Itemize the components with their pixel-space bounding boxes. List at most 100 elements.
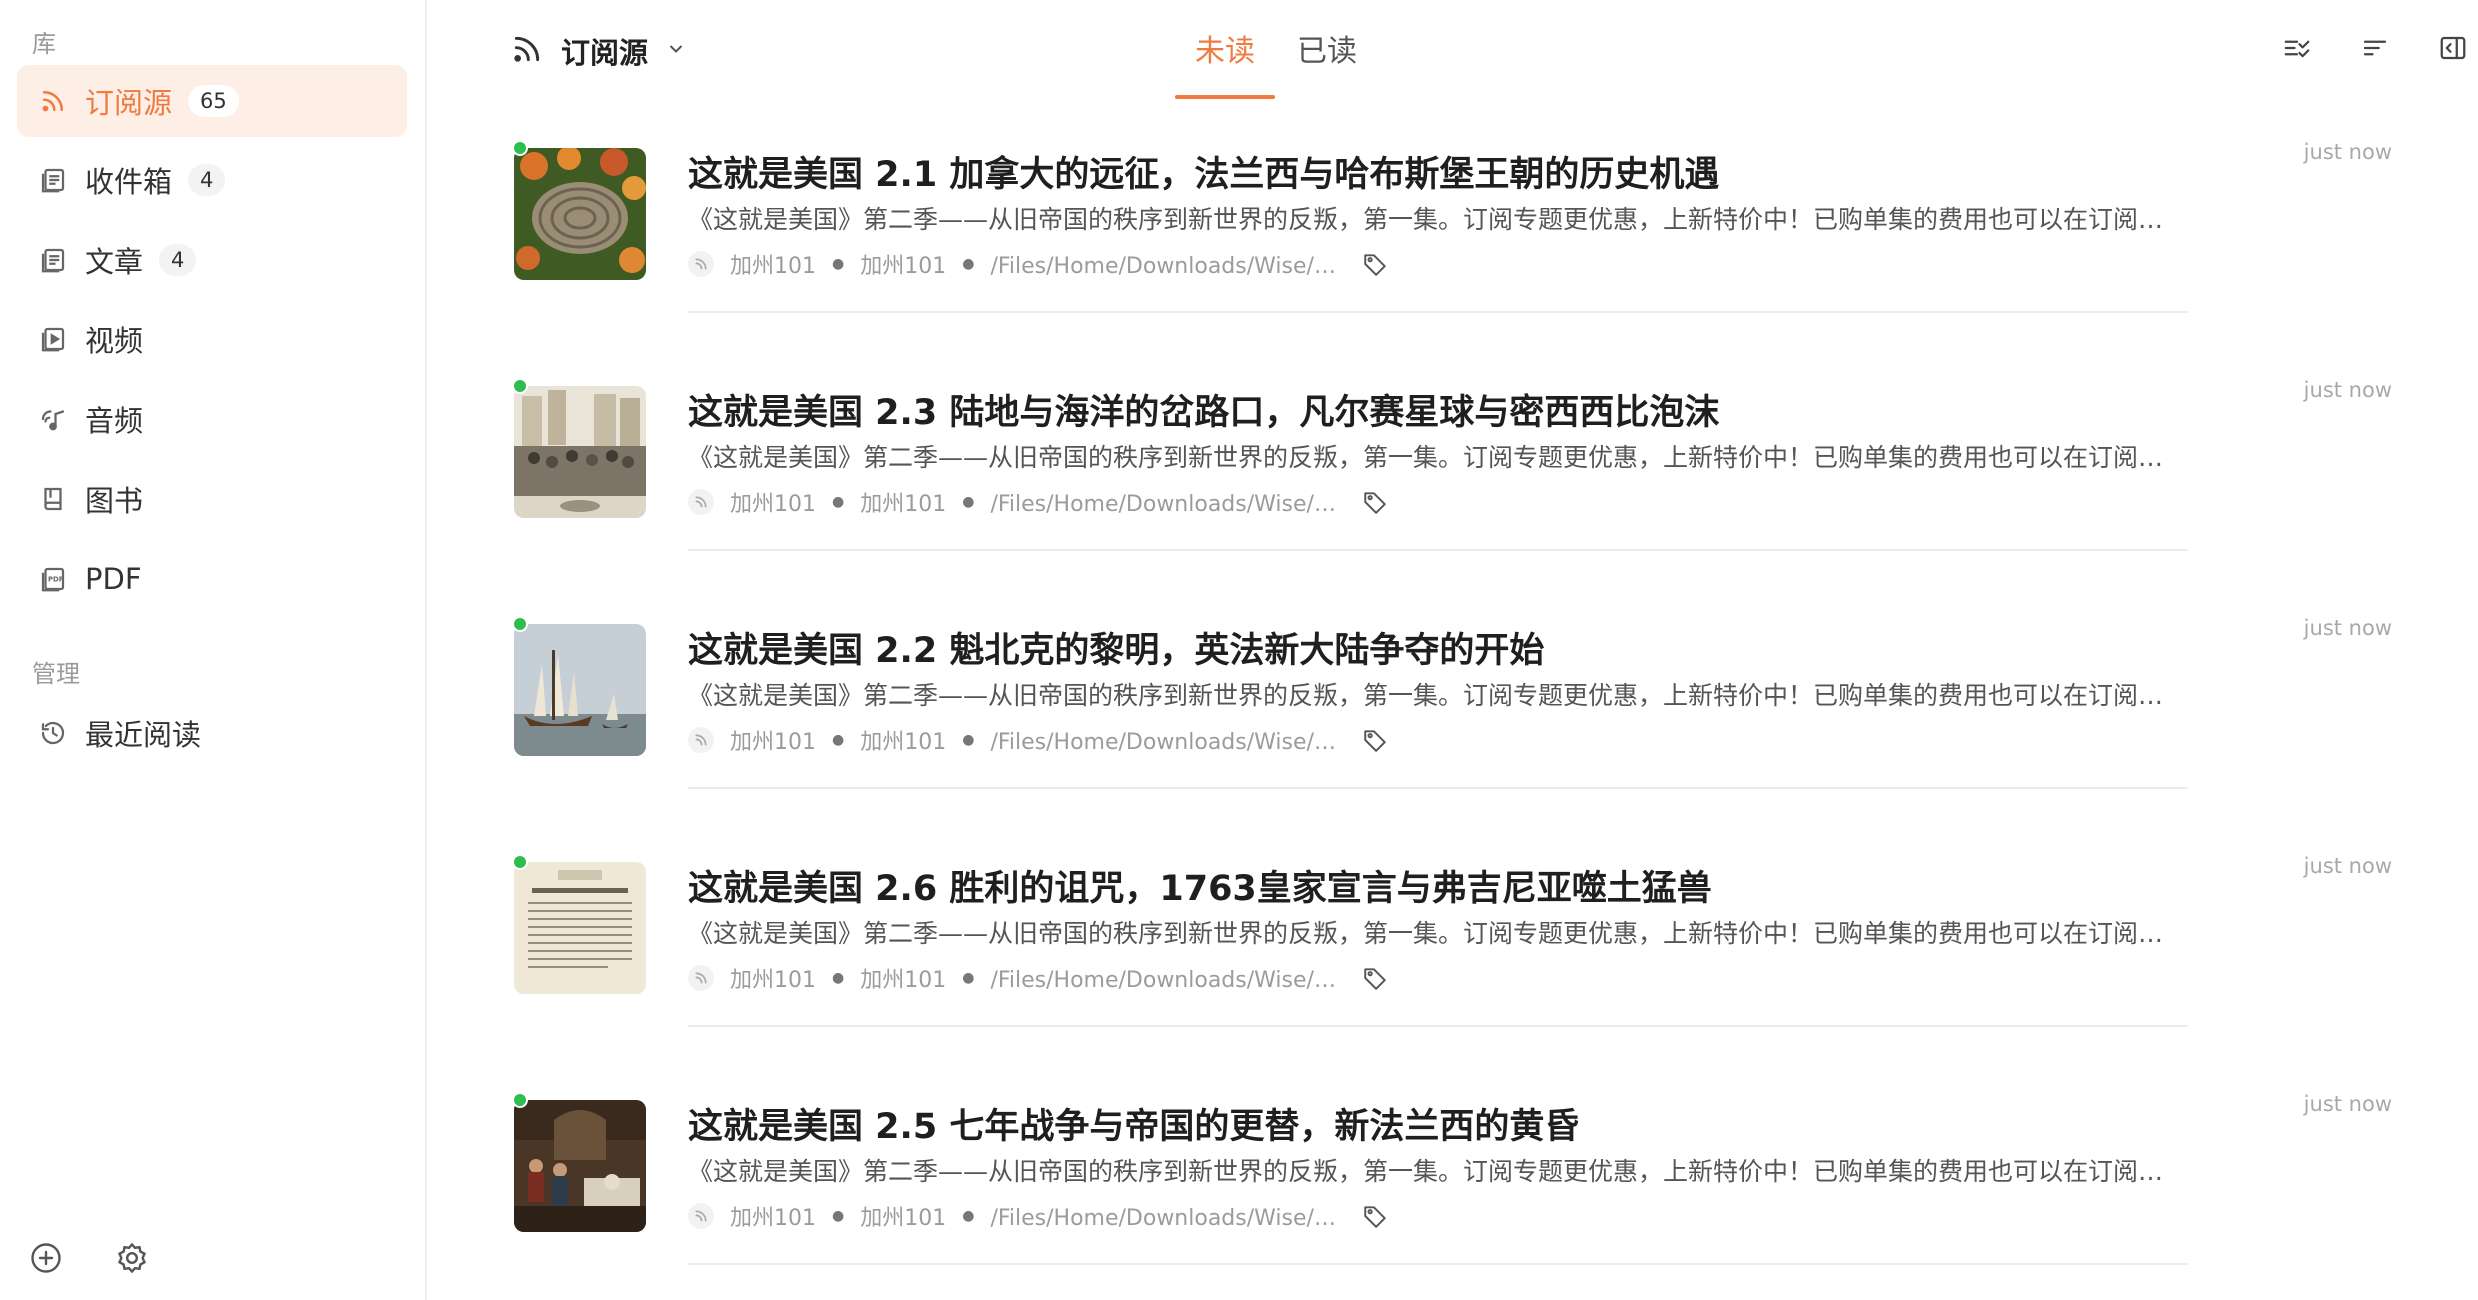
header: 订阅源 未读 已读 — [429, 0, 2478, 100]
list-item[interactable]: 这就是美国 2.6 胜利的诅咒，1763皇家宣言与弗吉尼亚噬土猛兽 《这就是美国… — [512, 842, 2392, 1080]
article-meta: 加州101 ● 加州101 ● /Files/Home/Downloads/Wi… — [688, 962, 1390, 994]
tab-read[interactable]: 已读 — [1291, 26, 1363, 100]
toggle-panel-icon — [2438, 33, 2468, 67]
sidebar-item-video[interactable]: 视频 — [17, 303, 407, 375]
author-name: 加州101 — [860, 1206, 947, 1231]
unread-indicator — [512, 616, 528, 632]
article-title[interactable]: 这就是美国 2.3 陆地与海洋的岔路口，凡尔赛星球与密西西比泡沫 — [688, 384, 1719, 435]
settings-button[interactable] — [112, 1240, 152, 1280]
mark-all-read-button[interactable] — [2279, 32, 2315, 68]
tag-icon[interactable] — [1360, 963, 1390, 993]
article-summary: 《这就是美国》第二季——从旧帝国的秩序到新世界的反叛，第一集。订阅专题更优惠，上… — [688, 205, 2188, 234]
sidebar-item-label: 音频 — [85, 404, 144, 438]
file-path: /Files/Home/Downloads/Wise/Feeds/加州101 — [990, 968, 1340, 993]
article-time: just now — [2303, 616, 2392, 640]
tag-icon[interactable] — [1360, 249, 1390, 279]
divider — [688, 1263, 2188, 1265]
author-name: 加州101 — [860, 254, 947, 279]
sidebar-item-label: 文章 — [85, 245, 144, 279]
sidebar-item-books[interactable]: 图书 — [17, 463, 407, 535]
feed-name: 加州101 — [730, 254, 816, 279]
library-section-label: 库 — [32, 30, 56, 58]
add-feed-button[interactable] — [26, 1240, 66, 1280]
sidebar-item-inbox[interactable]: 收件箱 4 — [17, 144, 407, 216]
sort-icon — [2360, 33, 2390, 67]
article-summary: 《这就是美国》第二季——从旧帝国的秩序到新世界的反叛，第一集。订阅专题更优惠，上… — [688, 443, 2188, 472]
meta-separator: ● — [832, 494, 845, 510]
tag-icon[interactable] — [1360, 725, 1390, 755]
count-badge: 65 — [188, 85, 239, 117]
article-summary: 《这就是美国》第二季——从旧帝国的秩序到新世界的反叛，第一集。订阅专题更优惠，上… — [688, 1157, 2188, 1186]
article-time: just now — [2303, 140, 2392, 164]
file-path: /Files/Home/Downloads/Wise/Feeds/加州101 — [990, 254, 1340, 279]
divider — [688, 787, 2188, 789]
sidebar-item-pdf[interactable]: PDF PDF — [17, 543, 407, 615]
article-time: just now — [2303, 378, 2392, 402]
meta-separator: ● — [962, 1208, 975, 1224]
video-icon — [36, 322, 70, 356]
article-meta: 加州101 ● 加州101 ● /Files/Home/Downloads/Wi… — [688, 724, 1390, 756]
chevron-down-icon — [666, 39, 686, 63]
article-thumbnail[interactable] — [514, 148, 646, 280]
divider — [688, 549, 2188, 551]
meta-separator: ● — [832, 256, 845, 272]
article-icon — [36, 243, 70, 277]
feed-icon — [688, 251, 714, 277]
feed-name: 加州101 — [730, 492, 816, 517]
article-time: just now — [2303, 1092, 2392, 1116]
feed-name: 加州101 — [730, 1206, 816, 1231]
sidebar-item-label: 图书 — [85, 484, 144, 518]
settings-icon — [114, 1240, 150, 1280]
list-item[interactable]: 这就是美国 2.2 魁北克的黎明，英法新大陆争夺的开始 《这就是美国》第二季——… — [512, 604, 2392, 842]
article-meta: 加州101 ● 加州101 ● /Files/Home/Downloads/Wi… — [688, 1200, 1390, 1232]
article-thumbnail[interactable] — [514, 1100, 646, 1232]
sidebar-item-recent[interactable]: 最近阅读 — [17, 697, 407, 769]
list-item[interactable]: 这就是美国 2.3 陆地与海洋的岔路口，凡尔赛星球与密西西比泡沫 《这就是美国》… — [512, 366, 2392, 604]
article-thumbnail[interactable] — [514, 862, 646, 994]
article-title[interactable]: 这就是美国 2.1 加拿大的远征，法兰西与哈布斯堡王朝的历史机遇 — [688, 146, 1719, 197]
rss-icon — [36, 84, 70, 118]
unread-indicator — [512, 854, 528, 870]
sidebar-item-label: 收件箱 — [85, 165, 173, 199]
meta-separator: ● — [832, 1208, 845, 1224]
divider — [688, 311, 2188, 313]
tab-label: 未读 — [1195, 34, 1255, 69]
add-icon — [28, 1240, 64, 1280]
article-thumbnail[interactable] — [514, 624, 646, 756]
sidebar-item-label: 订阅源 — [85, 86, 173, 120]
feed-selector-dropdown[interactable]: 订阅源 — [511, 26, 686, 76]
article-title[interactable]: 这就是美国 2.6 胜利的诅咒，1763皇家宣言与弗吉尼亚噬土猛兽 — [688, 860, 1712, 911]
tag-icon[interactable] — [1360, 487, 1390, 517]
rss-icon — [511, 33, 543, 69]
unread-indicator — [512, 378, 528, 394]
audio-icon — [36, 402, 70, 436]
sidebar-item-feeds[interactable]: 订阅源 65 — [17, 65, 407, 137]
mark-all-read-icon — [2282, 33, 2312, 67]
file-path: /Files/Home/Downloads/Wise/Feeds/加州101 — [990, 492, 1340, 517]
inbox-icon — [36, 163, 70, 197]
tag-icon[interactable] — [1360, 1201, 1390, 1231]
sidebar-item-label: 最近阅读 — [85, 718, 202, 752]
article-thumbnail[interactable] — [514, 386, 646, 518]
sidebar-item-label: 视频 — [85, 324, 144, 358]
tab-unread[interactable]: 未读 — [1189, 26, 1261, 100]
sidebar-item-articles[interactable]: 文章 4 — [17, 224, 407, 296]
article-summary: 《这就是美国》第二季——从旧帝国的秩序到新世界的反叛，第一集。订阅专题更优惠，上… — [688, 919, 2188, 948]
feed-name: 加州101 — [730, 730, 816, 755]
sort-button[interactable] — [2357, 32, 2393, 68]
file-path: /Files/Home/Downloads/Wise/Feeds/加州101 — [990, 730, 1340, 755]
list-item[interactable]: 这就是美国 2.1 加拿大的远征，法兰西与哈布斯堡王朝的历史机遇 《这就是美国》… — [512, 128, 2392, 366]
unread-indicator — [512, 1092, 528, 1108]
toggle-panel-button[interactable] — [2435, 32, 2471, 68]
tab-label: 已读 — [1297, 34, 1357, 69]
author-name: 加州101 — [860, 492, 947, 517]
meta-separator: ● — [962, 494, 975, 510]
article-title[interactable]: 这就是美国 2.5 七年战争与帝国的更替，新法兰西的黄昏 — [688, 1098, 1579, 1149]
pdf-icon: PDF — [36, 562, 70, 596]
count-badge: 4 — [188, 164, 226, 196]
manage-section-label: 管理 — [32, 660, 80, 688]
list-item[interactable]: 这就是美国 2.5 七年战争与帝国的更替，新法兰西的黄昏 《这就是美国》第二季—… — [512, 1080, 2392, 1300]
article-title[interactable]: 这就是美国 2.2 魁北克的黎明，英法新大陆争夺的开始 — [688, 622, 1544, 673]
sidebar-item-audio[interactable]: 音频 — [17, 383, 407, 455]
article-summary: 《这就是美国》第二季——从旧帝国的秩序到新世界的反叛，第一集。订阅专题更优惠，上… — [688, 681, 2188, 710]
